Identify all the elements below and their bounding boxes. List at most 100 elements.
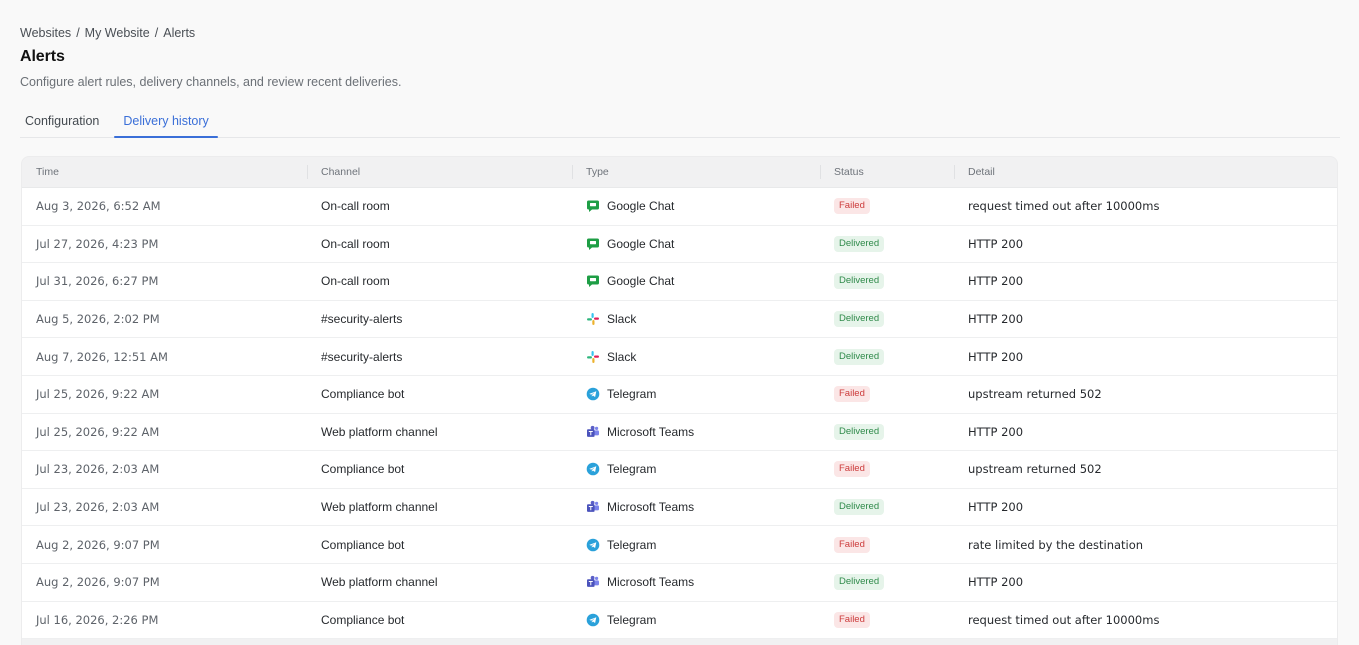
status-badge: Delivered <box>834 311 885 328</box>
cell-type: Microsoft Teams <box>572 425 820 439</box>
status-badge: Delivered <box>834 273 885 290</box>
cell-channel: Compliance bot <box>321 462 405 477</box>
cell-type: Google Chat <box>572 274 820 288</box>
table-row[interactable]: Aug 3, 2026, 6:52 AM On-call room Google … <box>22 188 1337 226</box>
type-label: Slack <box>607 312 637 327</box>
google-chat-icon <box>586 237 600 251</box>
table-header: Time Channel Type Status Detail <box>22 157 1337 187</box>
breadcrumb-item-alerts[interactable]: Alerts <box>163 26 195 40</box>
breadcrumb-item-websites[interactable]: Websites <box>20 26 71 40</box>
cell-channel: Web platform channel <box>321 424 438 439</box>
cell-status: Failed <box>820 536 954 553</box>
cell-channel: Compliance bot <box>321 537 405 552</box>
tab-configuration[interactable]: Configuration <box>20 104 104 137</box>
table-row[interactable]: Jul 16, 2026, 2:26 PM Compliance bot Tele… <box>22 602 1337 640</box>
cell-detail: upstream returned 502 <box>968 462 1102 477</box>
table-row[interactable]: Aug 2, 2026, 9:07 PM Compliance bot Teleg… <box>22 526 1337 564</box>
table-row[interactable]: Aug 2, 2026, 9:07 PM Web platform channel… <box>22 564 1337 602</box>
cell-status: Delivered <box>820 348 954 365</box>
column-header-status: Status <box>820 157 954 187</box>
page: Websites / My Website / Alerts Alerts Co… <box>0 0 1359 645</box>
cell-type: Telegram <box>572 538 820 552</box>
google-chat-icon <box>586 199 600 213</box>
telegram-icon <box>586 387 600 401</box>
status-badge: Failed <box>834 536 870 553</box>
cell-channel: On-call room <box>321 199 390 214</box>
cell-status: Delivered <box>820 574 954 591</box>
cell-channel: Web platform channel <box>321 575 438 590</box>
table-row[interactable]: Jul 25, 2026, 9:22 AM Compliance bot Tele… <box>22 376 1337 414</box>
cell-detail: HTTP 200 <box>968 236 1024 251</box>
cell-channel: Compliance bot <box>321 612 405 627</box>
cell-time: Jul 25, 2026, 9:22 AM <box>36 424 160 439</box>
cell-time: Aug 2, 2026, 9:07 PM <box>36 575 160 590</box>
cell-type: Slack <box>572 350 820 364</box>
telegram-icon <box>586 538 600 552</box>
cell-time: Aug 5, 2026, 2:02 PM <box>36 312 160 327</box>
table-row[interactable]: Jul 23, 2026, 2:03 AM Compliance bot Tele… <box>22 451 1337 489</box>
cell-channel: #security-alerts <box>321 312 403 327</box>
cell-detail: HTTP 200 <box>968 312 1024 327</box>
breadcrumb-separator: / <box>154 26 159 40</box>
cell-type: Google Chat <box>572 199 820 213</box>
tab-delivery-history[interactable]: Delivery history <box>114 104 219 138</box>
cell-time: Jul 25, 2026, 9:22 AM <box>36 387 160 402</box>
cell-status: Delivered <box>820 423 954 440</box>
cell-status: Failed <box>820 611 954 628</box>
type-label: Telegram <box>607 537 657 552</box>
cell-detail: rate limited by the destination <box>968 537 1144 552</box>
type-label: Microsoft Teams <box>607 424 695 439</box>
type-label: Slack <box>607 349 637 364</box>
cell-type: Microsoft Teams <box>572 575 820 589</box>
type-label: Google Chat <box>607 274 675 289</box>
cell-status: Delivered <box>820 499 954 516</box>
breadcrumb-separator: / <box>76 26 80 40</box>
cell-time: Jul 27, 2026, 4:23 PM <box>36 236 159 251</box>
cell-type: Slack <box>572 312 820 326</box>
cell-time: Jul 23, 2026, 2:03 AM <box>36 500 160 515</box>
telegram-icon <box>586 613 600 627</box>
cell-channel: Web platform channel <box>321 500 438 515</box>
table-body: Aug 3, 2026, 6:52 AM On-call room Google … <box>22 187 1337 640</box>
table-row[interactable]: Jul 31, 2026, 6:27 PM On-call room Google… <box>22 263 1337 301</box>
cell-time: Jul 31, 2026, 6:27 PM <box>36 274 159 289</box>
type-label: Telegram <box>607 612 657 627</box>
cell-status: Delivered <box>820 311 954 328</box>
cell-time: Jul 23, 2026, 2:03 AM <box>36 462 160 477</box>
cell-status: Failed <box>820 386 954 403</box>
table-row[interactable]: Jul 25, 2026, 9:22 AM Web platform channe… <box>22 414 1337 452</box>
delivery-history-table: Time Channel Type Status Detail Aug 3, 2… <box>21 156 1338 645</box>
table-row[interactable]: Jul 27, 2026, 4:23 PM On-call room Google… <box>22 226 1337 264</box>
type-label: Telegram <box>607 462 657 477</box>
slack-icon <box>586 312 600 326</box>
table-row[interactable]: Aug 5, 2026, 2:02 PM #security-alerts Sla… <box>22 301 1337 339</box>
status-badge: Delivered <box>834 499 885 516</box>
cell-channel: #security-alerts <box>321 349 403 364</box>
status-badge: Delivered <box>834 574 885 591</box>
type-label: Microsoft Teams <box>607 575 695 590</box>
cell-type: Telegram <box>572 613 820 627</box>
table-row[interactable]: Jul 23, 2026, 2:03 AM Web platform channe… <box>22 489 1337 527</box>
cell-detail: HTTP 200 <box>968 424 1024 439</box>
status-badge: Delivered <box>834 348 885 365</box>
cell-status: Delivered <box>820 273 954 290</box>
cell-detail: HTTP 200 <box>968 274 1024 289</box>
microsoft-teams-icon <box>586 500 600 514</box>
status-badge: Failed <box>834 386 870 403</box>
status-badge: Failed <box>834 198 870 215</box>
cell-detail: request timed out after 10000ms <box>968 199 1160 214</box>
type-label: Microsoft Teams <box>607 500 695 515</box>
column-header-time: Time <box>36 166 59 178</box>
status-badge: Failed <box>834 461 870 478</box>
cell-channel: On-call room <box>321 236 390 251</box>
cell-channel: Compliance bot <box>321 387 405 402</box>
table-row[interactable]: Aug 7, 2026, 12:51 AM #security-alerts Sl… <box>22 338 1337 376</box>
slack-icon <box>586 350 600 364</box>
cell-detail: HTTP 200 <box>968 500 1024 515</box>
telegram-icon <box>586 462 600 476</box>
cell-type: Google Chat <box>572 237 820 251</box>
cell-type: Telegram <box>572 462 820 476</box>
breadcrumb-item-my-website[interactable]: My Website <box>85 26 150 40</box>
microsoft-teams-icon <box>586 575 600 589</box>
column-header-type: Type <box>572 157 820 187</box>
